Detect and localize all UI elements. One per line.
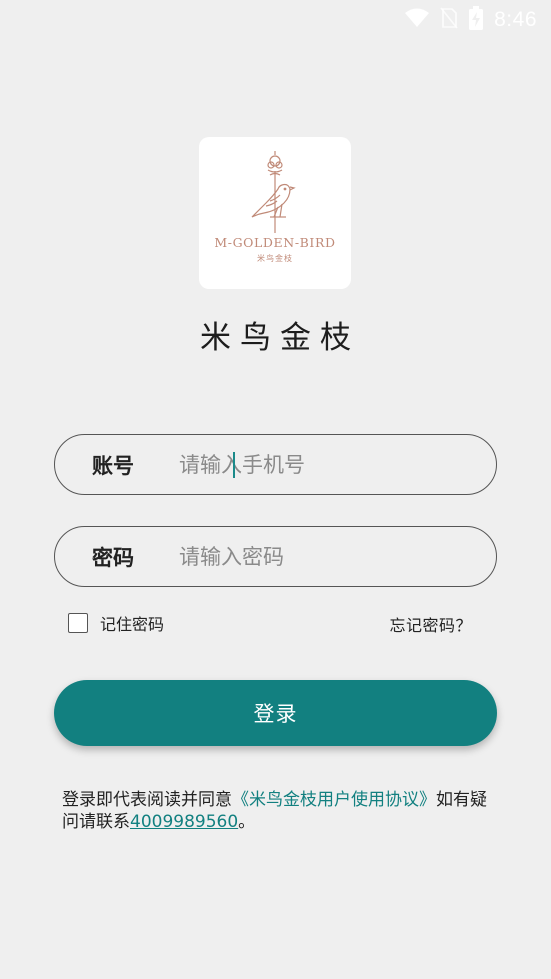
support-phone-link[interactable]: 4009989560 — [130, 812, 238, 832]
agreement-suffix: 。 — [238, 812, 256, 832]
app-name: 米鸟金枝 — [200, 320, 360, 356]
text-cursor — [233, 452, 235, 478]
golden-bird-logo-icon — [251, 151, 296, 233]
agreement-text: 登录即代表阅读并同意《米鸟金枝用户使用协议》如有疑问请联系4009989560。 — [62, 789, 492, 833]
user-agreement-link[interactable]: 《米鸟金枝用户使用协议》 — [232, 790, 436, 810]
password-input[interactable] — [179, 536, 496, 577]
remember-password-toggle[interactable]: 记住密码 — [68, 611, 164, 635]
forgot-password-link[interactable]: 忘记密码？ — [389, 612, 472, 636]
password-field[interactable]: 密码 — [54, 526, 497, 587]
status-time: 8:46 — [494, 8, 537, 31]
account-label: 账号 — [92, 453, 134, 478]
battery-charging-icon — [468, 6, 484, 34]
account-field[interactable]: 账号 — [54, 434, 497, 495]
app-logo: M-GOLDEN-BIRD 米鸟金枝 — [199, 137, 351, 289]
phone-input[interactable] — [179, 444, 496, 485]
remember-password-label: 记住密码 — [100, 615, 165, 634]
logo-brand-text: M-GOLDEN-BIRD — [214, 235, 336, 250]
password-label: 密码 — [92, 545, 134, 570]
wifi-icon — [404, 8, 430, 32]
status-icons: 8:46 — [404, 6, 537, 34]
status-bar: 8:46 — [0, 0, 551, 40]
logo-sub-text: 米鸟金枝 — [257, 254, 293, 263]
login-button[interactable]: 登录 — [54, 680, 497, 746]
no-sim-icon — [440, 7, 458, 33]
remember-password-checkbox[interactable] — [68, 613, 88, 633]
agreement-prefix: 登录即代表阅读并同意 — [62, 790, 232, 810]
